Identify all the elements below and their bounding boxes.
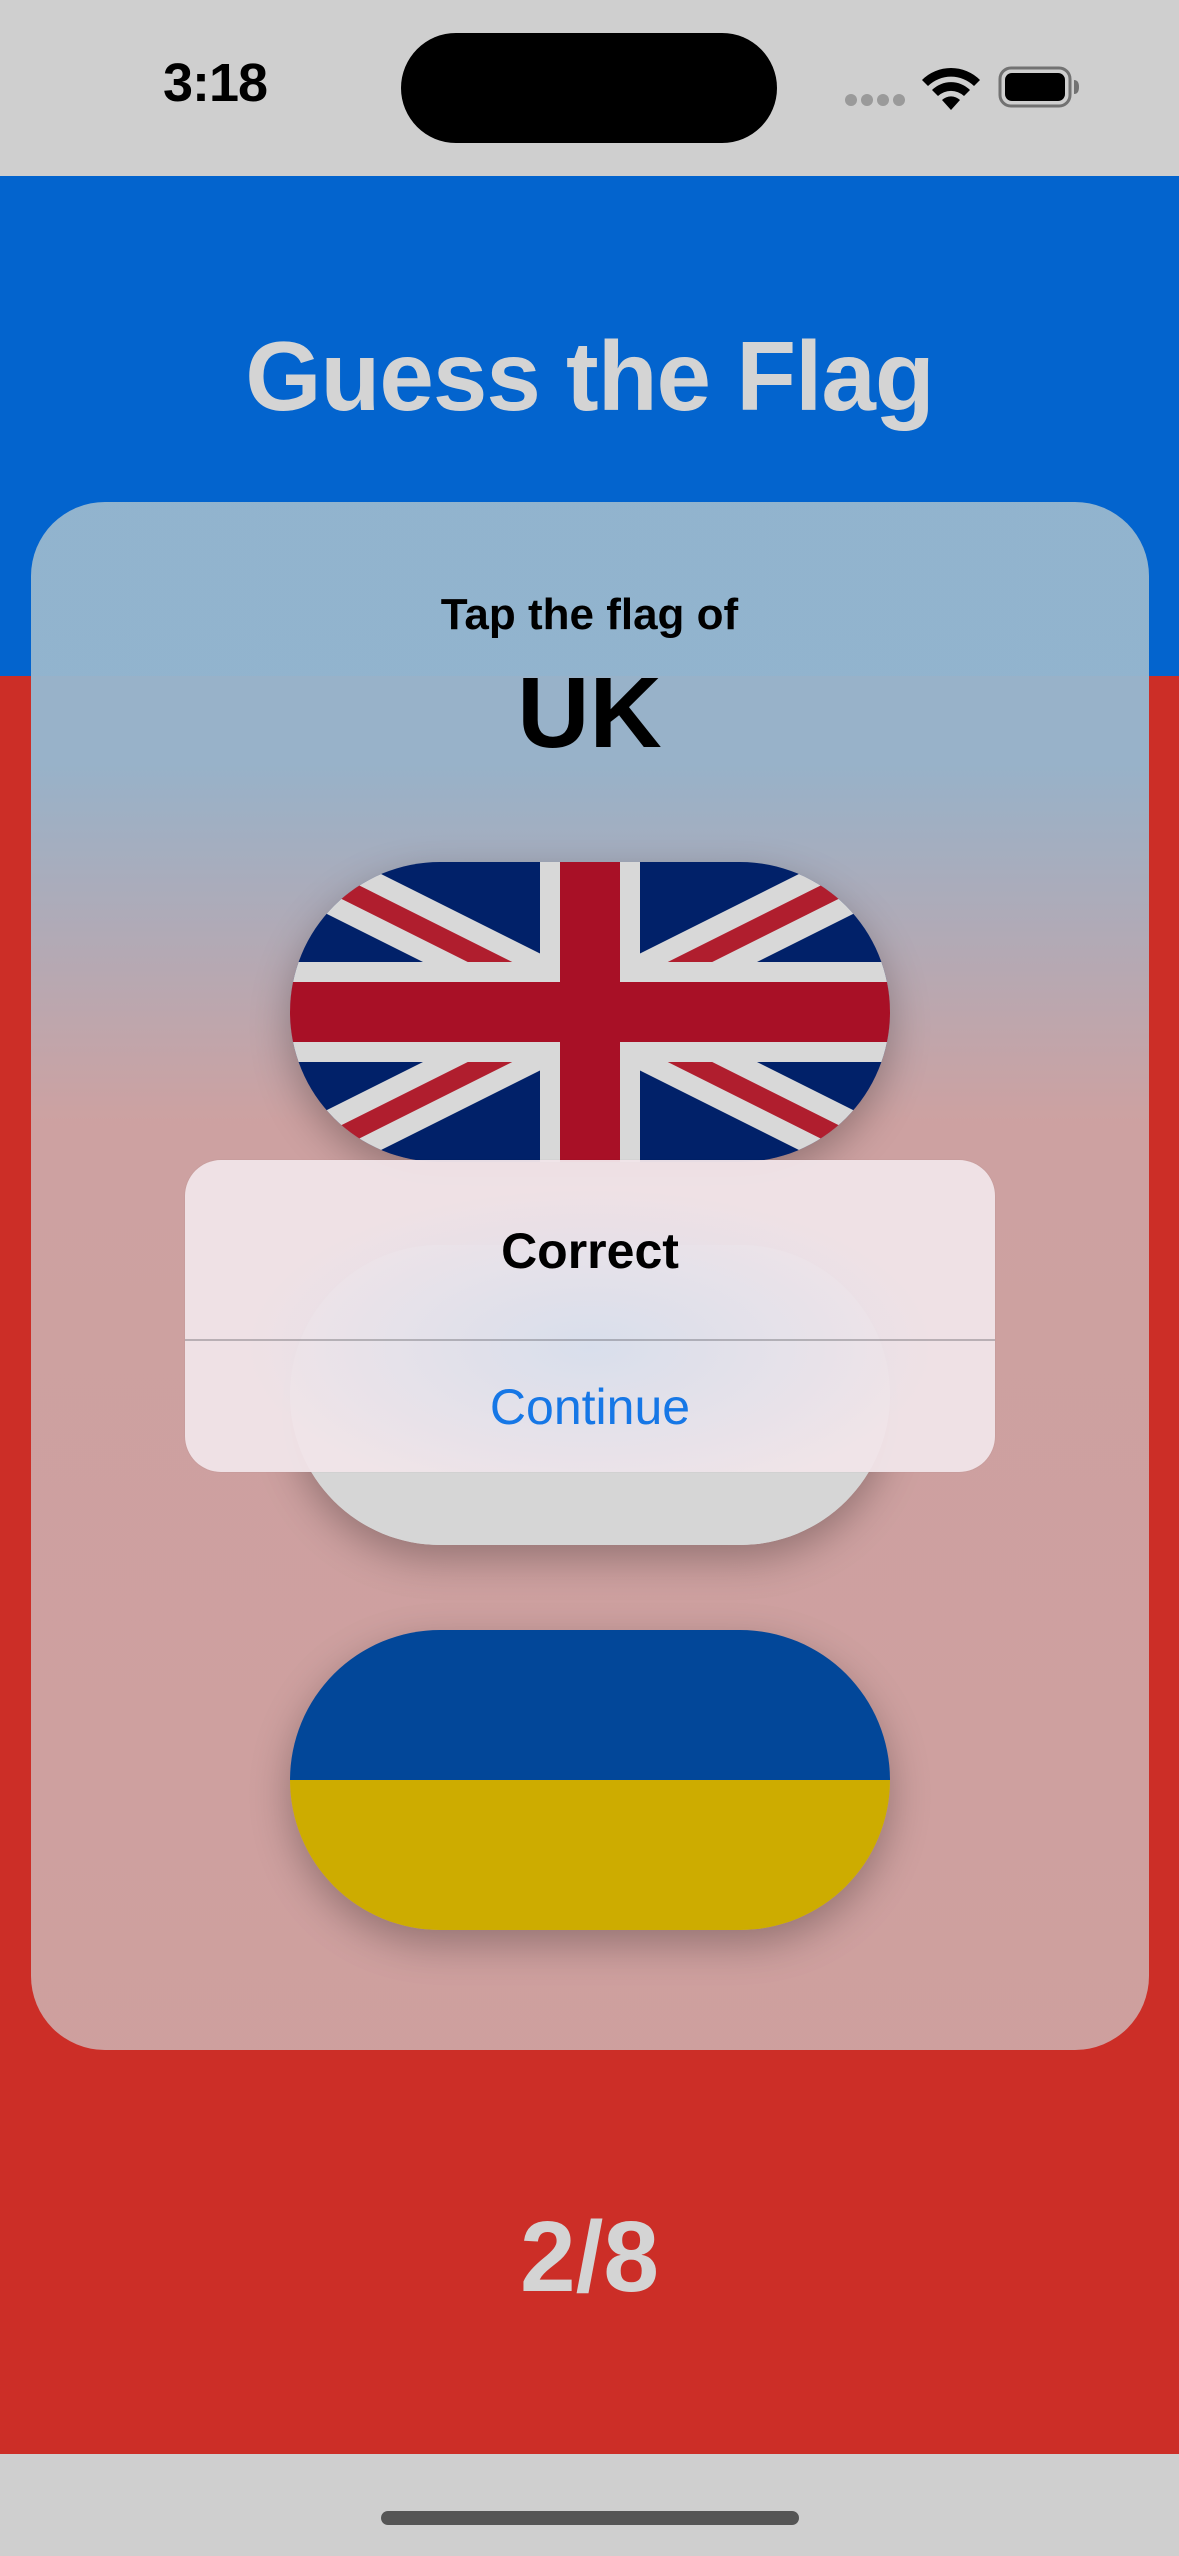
flag-button-3[interactable] [290,1630,890,1930]
page-title: Guess the Flag [245,321,935,431]
status-time: 3:18 [163,53,268,113]
ukraine-flag-icon [290,1630,890,1930]
continue-button[interactable]: Continue [185,1341,995,1472]
battery-icon [998,66,1079,108]
flag-button-1[interactable] [290,862,890,1162]
result-alert: Correct Continue [185,1160,995,1472]
uk-flag-icon [290,862,890,1162]
score-label: 2/8 [519,2201,659,2313]
status-bar: 3:18 [0,0,1179,176]
alert-title: Correct [501,1223,679,1279]
dynamic-island [401,33,777,143]
country-name: UK [517,657,662,769]
wifi-icon [922,67,980,110]
prompt-label: Tap the flag of [440,590,739,639]
home-indicator[interactable] [381,2511,799,2525]
cellular-signal-icon [845,94,905,108]
